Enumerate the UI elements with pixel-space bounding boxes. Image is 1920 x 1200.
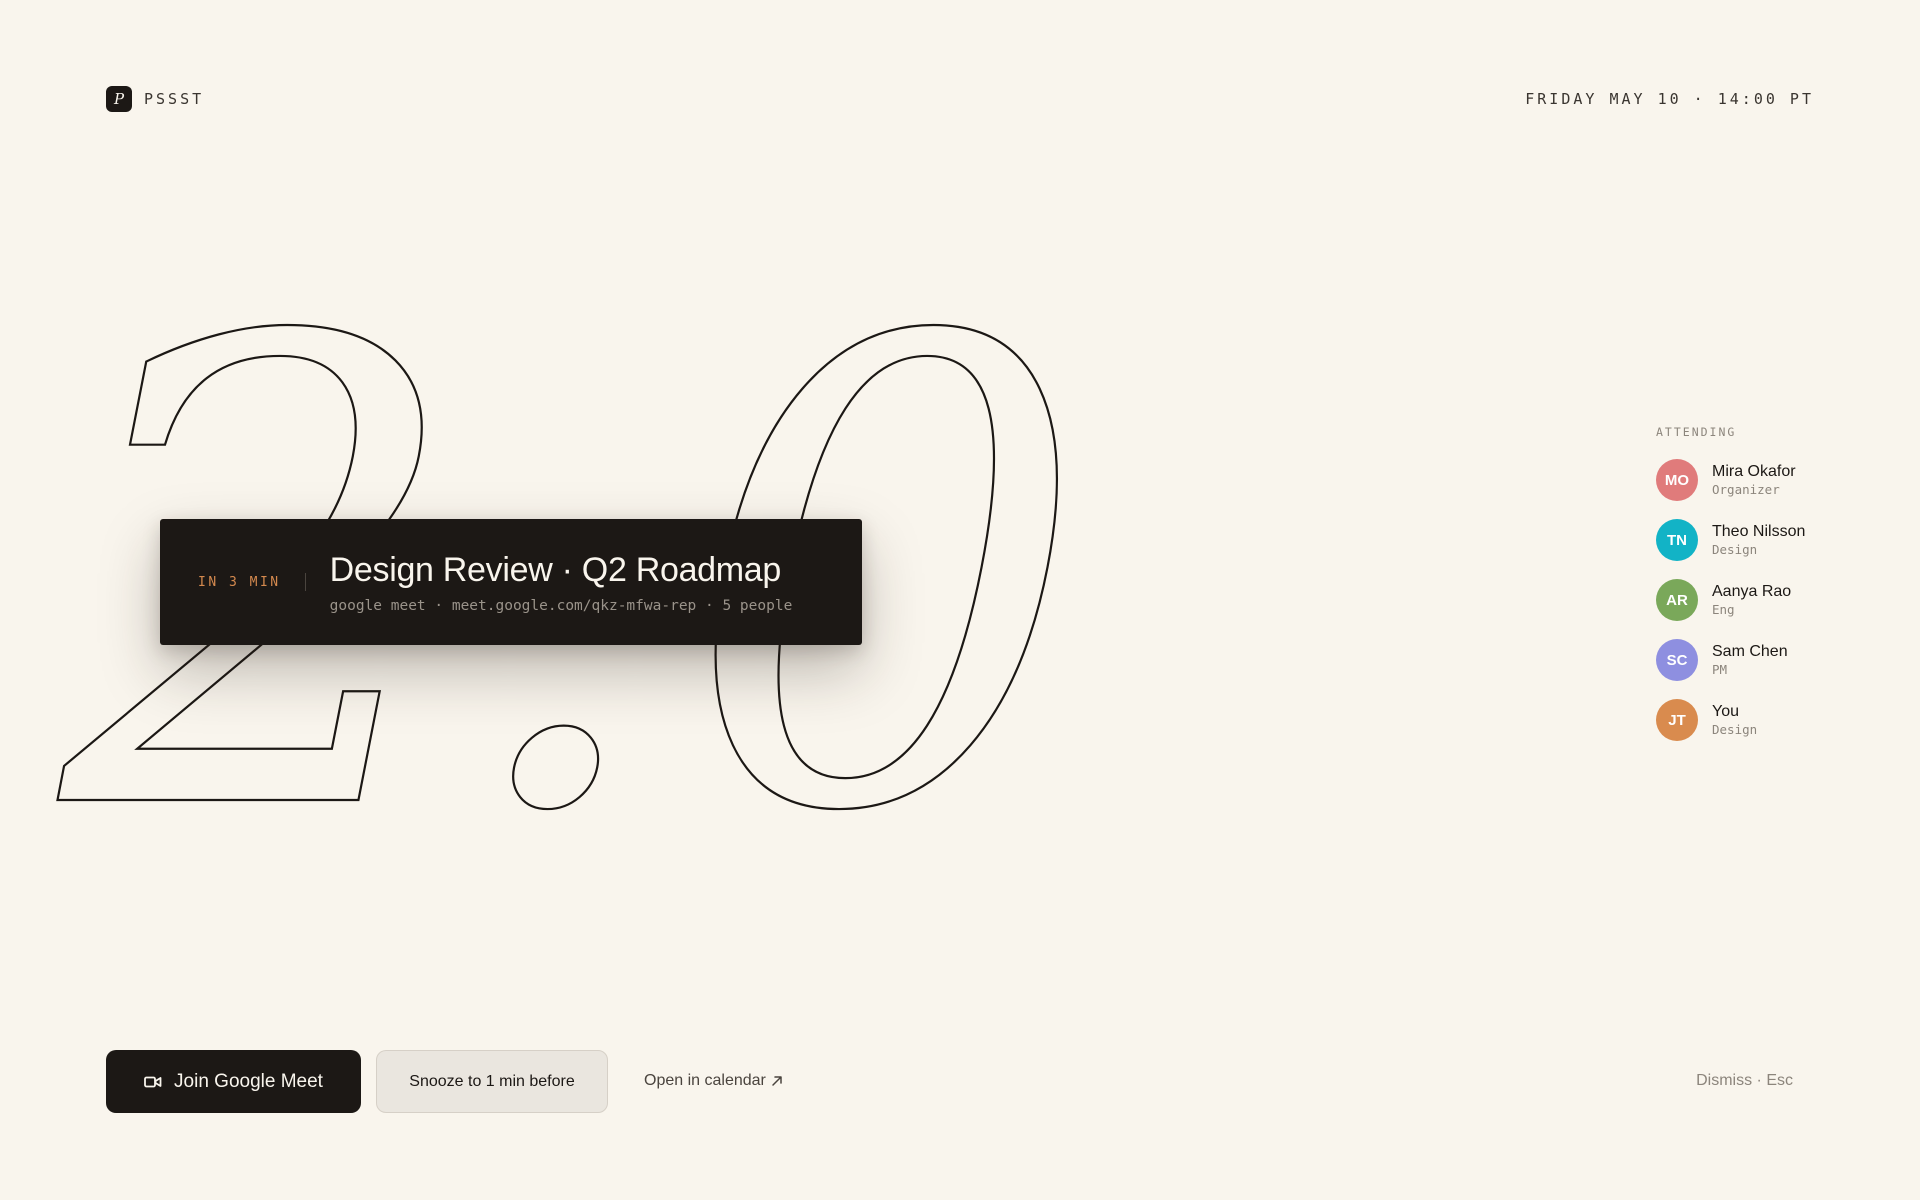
attendees-panel: ATTENDING MO Mira Okafor Organizer TN Th… <box>1656 425 1805 750</box>
calendar-link-label: Open in calendar <box>644 1072 766 1089</box>
attendee-role: Eng <box>1712 602 1735 617</box>
attendee-row: TN Theo Nilsson Design <box>1656 510 1805 570</box>
attending-label: ATTENDING <box>1656 425 1737 439</box>
dismiss-link[interactable]: Dismiss · Esc <box>1696 1072 1793 1090</box>
arrow-up-right-icon <box>772 1076 782 1086</box>
countdown-badge: IN 3 MIN <box>198 574 281 590</box>
attendee-role: Design <box>1712 542 1758 557</box>
attendee-name: Mira Okafor <box>1712 463 1796 480</box>
attendee-role: Organizer <box>1712 482 1780 497</box>
big-time-outline: 2:00 <box>49 205 1100 900</box>
avatar: SC <box>1656 639 1698 681</box>
attendee-name: Aanya Rao <box>1712 583 1792 600</box>
meeting-card: IN 3 MIN Design Review · Q2 Roadmap goog… <box>160 519 862 645</box>
attendee-row: JT You Design <box>1656 690 1805 750</box>
avatar: TN <box>1656 519 1698 561</box>
attendee-row: AR Aanya Rao Eng <box>1656 570 1805 630</box>
snooze-button[interactable]: Snooze to 1 min before <box>376 1050 608 1113</box>
attendee-role: Design <box>1712 722 1758 737</box>
attendee-name: Theo Nilsson <box>1712 523 1806 540</box>
avatar: MO <box>1656 459 1698 501</box>
open-in-calendar-link[interactable]: Open in calendar <box>644 1072 784 1090</box>
attendee-row: SC Sam Chen PM <box>1656 630 1805 690</box>
attendee-role: PM <box>1712 662 1728 677</box>
join-button-label: Join Google Meet <box>174 1070 323 1092</box>
attendee-name: Sam Chen <box>1712 643 1788 660</box>
card-main: Design Review · Q2 Roadmap google meet ·… <box>330 551 793 614</box>
card-divider <box>304 573 306 591</box>
attendee-row: MO Mira Okafor Organizer <box>1656 450 1805 510</box>
video-camera-icon <box>144 1076 162 1087</box>
attendee-name: You <box>1712 703 1739 720</box>
meeting-subtitle: google meet · meet.google.com/qkz-mfwa-r… <box>329 597 793 614</box>
avatar: AR <box>1656 579 1698 621</box>
join-google-meet-button[interactable]: Join Google Meet <box>106 1050 361 1113</box>
avatar: JT <box>1656 699 1698 741</box>
current-datetime: FRIDAY MAY 10 · 14:00 PT <box>1525 90 1814 108</box>
meeting-title: Design Review · Q2 Roadmap <box>329 550 782 589</box>
